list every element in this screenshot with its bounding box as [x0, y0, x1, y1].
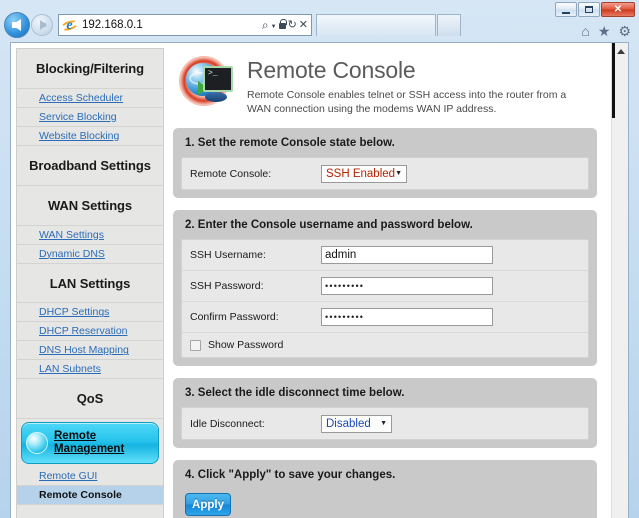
chevron-down-icon[interactable]: ▼ — [271, 24, 277, 30]
new-tab-button[interactable] — [437, 14, 461, 36]
settings-gear-icon[interactable]: ⚙ — [618, 24, 631, 38]
show-password-row: Show Password — [182, 333, 588, 357]
browser-toolbar: e 192.168.0.1 ⌕ ▼ ↻ ✕ ⌂ ★ ⚙ — [0, 8, 639, 42]
sidebar-item-dhcp-settings[interactable]: DHCP Settings — [17, 303, 163, 323]
ssh-password-row: SSH Password: ••••••••• — [182, 271, 588, 303]
sidebar-heading-routing: Routing — [17, 505, 163, 518]
sidebar-item-remote-management[interactable]: Remote Management — [21, 422, 159, 465]
page-title: Remote Console — [247, 57, 416, 83]
sidebar-item-website-blocking[interactable]: Website Blocking — [17, 127, 163, 146]
favorites-star-icon[interactable]: ★ — [598, 24, 611, 38]
page-scrollbar[interactable] — [611, 43, 628, 518]
section-remote-console-state: 1. Set the remote Console state below. R… — [173, 128, 597, 199]
page-viewport: Blocking/Filtering Access Scheduler Serv… — [10, 42, 629, 518]
section-idle-disconnect: 3. Select the idle disconnect time below… — [173, 378, 597, 449]
sidebar-item-dhcp-reservation[interactable]: DHCP Reservation — [17, 322, 163, 342]
remote-console-state-row: Remote Console: SSH Enabled ▼ — [182, 158, 588, 189]
remote-console-icon: >_ — [177, 52, 237, 110]
chevron-down-icon: ▼ — [380, 420, 387, 428]
confirm-password-label: Confirm Password: — [190, 311, 279, 324]
sidebar-item-dns-host-mapping[interactable]: DNS Host Mapping — [17, 341, 163, 361]
sidebar-item-remote-gui[interactable]: Remote GUI — [17, 467, 163, 487]
sidebar-heading-lan-settings: LAN Settings — [17, 264, 163, 304]
browser-logo-icon: e — [60, 18, 79, 33]
remote-console-select[interactable]: SSH Enabled ▼ — [321, 164, 407, 183]
sidebar-item-remote-console[interactable]: Remote Console — [17, 486, 163, 506]
confirm-password-row: Confirm Password: ••••••••• — [182, 302, 588, 334]
browser-tab[interactable] — [316, 14, 436, 36]
sidebar-heading-broadband-settings: Broadband Settings — [17, 146, 163, 186]
url-text: 192.168.0.1 — [82, 19, 143, 31]
home-icon[interactable]: ⌂ — [581, 24, 589, 38]
router-admin-page: Blocking/Filtering Access Scheduler Serv… — [11, 43, 611, 518]
section-apply: 4. Click "Apply" to save your changes. A… — [173, 460, 597, 518]
forward-button[interactable] — [31, 14, 53, 36]
section-4-title: 4. Click "Apply" to save your changes. — [185, 469, 396, 482]
refresh-icon[interactable]: ↻ — [288, 19, 297, 31]
page-header: >_ Remote Console Remote Console enables… — [173, 48, 597, 116]
section-3-title: 3. Select the idle disconnect time below… — [185, 387, 405, 400]
back-button[interactable] — [4, 12, 30, 38]
ssh-username-label: SSH Username: — [190, 249, 266, 262]
show-password-checkbox[interactable] — [190, 339, 201, 351]
lock-icon — [278, 19, 287, 29]
ssh-username-row: SSH Username: admin — [182, 240, 588, 272]
sidebar-item-access-scheduler[interactable]: Access Scheduler — [17, 89, 163, 108]
sidebar-item-dynamic-dns[interactable]: Dynamic DNS — [17, 245, 163, 264]
address-bar[interactable]: e 192.168.0.1 ⌕ ▼ ↻ ✕ — [58, 14, 312, 36]
show-password-label: Show Password — [208, 339, 284, 352]
ssh-password-label: SSH Password: — [190, 280, 264, 293]
back-arrow-icon — [11, 19, 21, 31]
confirm-password-input[interactable]: ••••••••• — [321, 308, 493, 327]
remote-console-select-value: SSH Enabled — [326, 167, 396, 180]
forward-arrow-icon — [39, 20, 47, 30]
ssh-password-input[interactable]: ••••••••• — [321, 277, 493, 296]
stop-icon[interactable]: ✕ — [299, 19, 308, 31]
address-bar-icons: ⌕ ▼ ↻ ✕ — [262, 19, 308, 31]
browser-tool-icons: ⌂ ★ ⚙ — [581, 24, 631, 38]
sidebar-item-remote-management-label: Remote Management — [54, 430, 125, 456]
apply-button[interactable]: Apply — [185, 493, 231, 517]
idle-disconnect-row: Idle Disconnect: Disabled ▼ — [182, 408, 588, 439]
sidebar-item-wan-settings[interactable]: WAN Settings — [17, 226, 163, 245]
sidebar-heading-qos: QoS — [17, 379, 163, 420]
search-icon[interactable]: ⌕ — [262, 19, 269, 31]
section-1-title: 1. Set the remote Console state below. — [185, 137, 395, 150]
section-2-title: 2. Enter the Console username and passwo… — [185, 219, 473, 232]
globe-icon — [26, 432, 48, 455]
sidebar-item-service-blocking[interactable]: Service Blocking — [17, 108, 163, 127]
sidebar-nav: Blocking/Filtering Access Scheduler Serv… — [16, 48, 164, 518]
idle-disconnect-select[interactable]: Disabled ▼ — [321, 414, 392, 433]
remote-console-label: Remote Console: — [190, 167, 272, 180]
terminal-icon: >_ — [203, 66, 233, 92]
browser-window: ✕ e 192.168.0.1 ⌕ ▼ ↻ ✕ ⌂ ★ ⚙ Blocking/F… — [0, 0, 639, 518]
ssh-username-input[interactable]: admin — [321, 246, 493, 265]
idle-disconnect-label: Idle Disconnect: — [190, 417, 265, 430]
section-console-credentials: 2. Enter the Console username and passwo… — [173, 210, 597, 367]
scrollbar-thumb[interactable] — [612, 43, 615, 118]
sidebar-heading-wan-settings: WAN Settings — [17, 186, 163, 226]
main-content: >_ Remote Console Remote Console enables… — [173, 48, 597, 518]
sidebar-heading-blocking-filtering: Blocking/Filtering — [17, 49, 163, 89]
idle-disconnect-select-value: Disabled — [326, 417, 371, 430]
page-description: Remote Console enables telnet or SSH acc… — [247, 89, 567, 116]
sidebar-item-lan-subnets[interactable]: LAN Subnets — [17, 360, 163, 380]
chevron-down-icon: ▼ — [395, 170, 402, 178]
